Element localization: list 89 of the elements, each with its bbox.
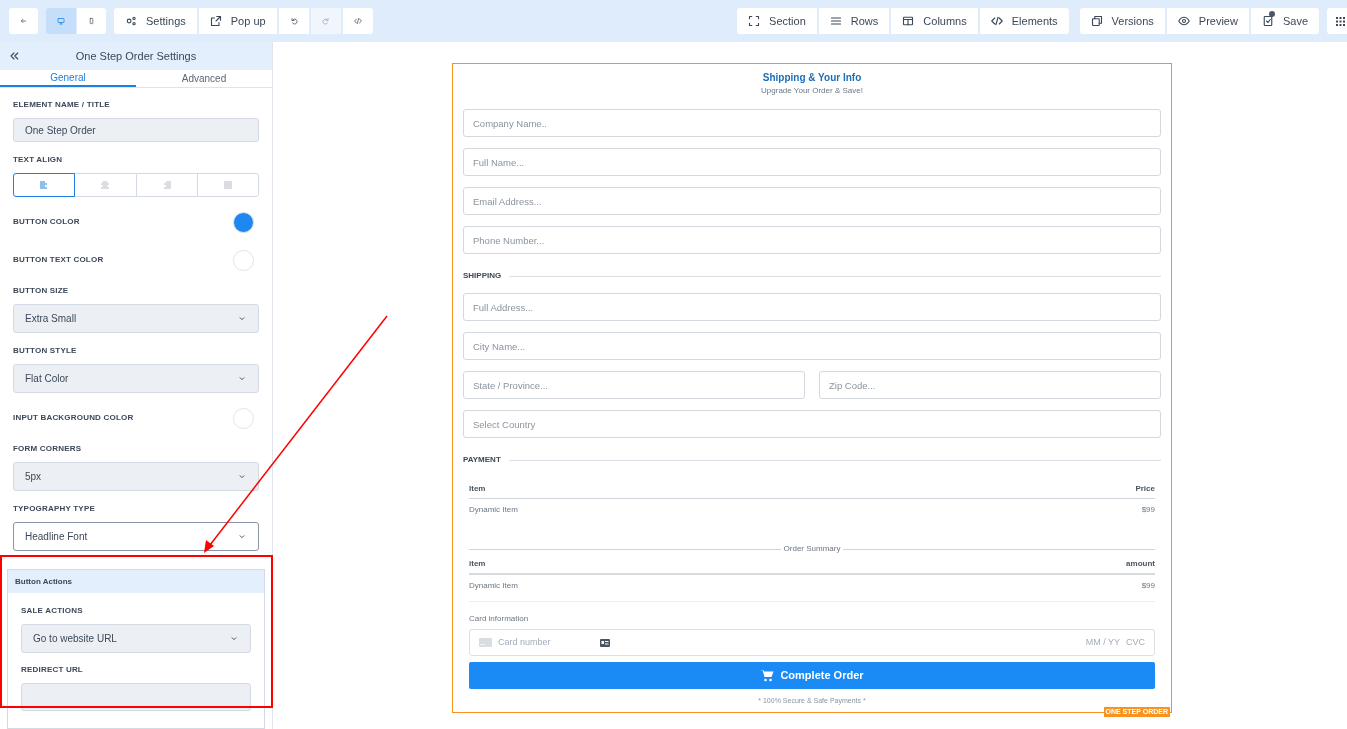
field-label: BUTTON COLOR xyxy=(13,216,80,228)
text-input-field[interactable]: Zip Code... xyxy=(819,371,1161,399)
settings-button[interactable]: Settings xyxy=(114,8,197,34)
popup-button[interactable]: Pop up xyxy=(198,8,277,34)
field-label: BUTTON SIZE xyxy=(13,285,70,297)
undo-button[interactable] xyxy=(278,8,309,34)
gears-icon xyxy=(125,15,137,27)
table-cell: Dynamic Item xyxy=(469,580,518,592)
card-label: Card information xyxy=(469,613,530,625)
dropdown[interactable]: Flat Color xyxy=(13,364,259,393)
field-label: TEXT ALIGN xyxy=(13,154,64,166)
code-icon xyxy=(990,15,1003,27)
text-input-field[interactable]: Phone Number... xyxy=(463,226,1161,254)
field-label: ELEMENT NAME / TITLE xyxy=(13,99,111,111)
field-label: BUTTON TEXT COLOR xyxy=(13,254,104,266)
color-swatch[interactable] xyxy=(233,249,254,271)
text-input-field[interactable]: Select Country xyxy=(463,410,1161,438)
table-cell: $99 xyxy=(1141,504,1155,516)
field-label: TYPOGRAPHY TYPE xyxy=(13,503,96,515)
save-icon xyxy=(1261,15,1274,27)
text-input-field[interactable]: State / Province... xyxy=(463,371,805,399)
dropdown[interactable]: 5px xyxy=(13,462,259,491)
columns-icon xyxy=(902,15,915,27)
frame-icon xyxy=(748,15,761,27)
section-button[interactable]: Section xyxy=(737,8,817,34)
text-input-field[interactable]: One Step Order xyxy=(13,118,259,142)
field-label: INPUT BACKGROUND COLOR xyxy=(13,412,134,424)
text-input-field[interactable]: Full Name... xyxy=(463,148,1161,176)
settings-tab[interactable]: General xyxy=(0,70,136,87)
dropdown[interactable]: Extra Small xyxy=(13,304,259,333)
code-button[interactable] xyxy=(342,8,373,34)
grid-icon xyxy=(1336,16,1345,26)
text-input-field[interactable]: Company Name.. xyxy=(463,109,1161,137)
cvc-placeholder: CVC xyxy=(1126,635,1145,649)
credit-card-icon xyxy=(479,638,492,647)
dropdown[interactable]: Go to website URL xyxy=(21,624,251,653)
rows-button[interactable]: Rows xyxy=(818,8,890,34)
table-cell: $99 xyxy=(1141,580,1155,592)
align-left-button[interactable] xyxy=(13,173,76,197)
text-input-field[interactable]: Email Address... xyxy=(463,187,1161,215)
dropdown[interactable]: Headline Font xyxy=(13,522,259,551)
external-link-icon xyxy=(209,15,222,27)
section-heading: PAYMENT xyxy=(463,454,501,466)
undo-icon xyxy=(289,15,298,27)
id-card-icon xyxy=(600,638,610,647)
field-label: FORM CORNERS xyxy=(13,443,83,455)
elements-button[interactable]: Elements xyxy=(979,8,1069,34)
double-chevron-left-icon xyxy=(8,50,20,62)
color-swatch[interactable] xyxy=(233,407,254,429)
align-right-button[interactable] xyxy=(135,173,198,197)
text-input-field[interactable]: City Name... xyxy=(463,332,1161,360)
table-cell: Dynamic Item xyxy=(469,504,518,516)
column-header: Item xyxy=(469,483,486,495)
column-header: item xyxy=(469,558,486,570)
redo-icon xyxy=(321,15,330,27)
form-subtitle: Upgrade Your Order & Save! xyxy=(760,85,864,97)
form-title: Shipping & Your Info xyxy=(761,71,863,85)
summary-title: Order Summary xyxy=(783,543,841,555)
desktop-view-button[interactable] xyxy=(46,8,76,34)
section-header: Button Actions xyxy=(8,570,264,593)
column-header: Price xyxy=(1135,483,1155,495)
card-number-placeholder: Card number xyxy=(498,635,552,649)
field-label: BUTTON STYLE xyxy=(13,345,78,357)
section-heading: SHIPPING xyxy=(463,270,502,282)
cart-icon xyxy=(760,669,775,682)
versions-button[interactable]: Versions xyxy=(1079,8,1165,34)
color-swatch[interactable] xyxy=(233,211,254,233)
monitor-icon xyxy=(57,15,65,27)
panel-title: One Step Order Settings xyxy=(74,48,198,64)
columns-button[interactable]: Columns xyxy=(891,8,978,34)
back-button[interactable] xyxy=(9,8,38,34)
expiry-placeholder: MM / YY xyxy=(1085,635,1120,649)
field-label: REDIRECT URL xyxy=(21,664,84,676)
preview-button[interactable]: Preview xyxy=(1166,8,1249,34)
menu-icon xyxy=(829,15,842,27)
field-label: SALE ACTIONS xyxy=(21,605,84,617)
eye-icon xyxy=(1177,15,1190,27)
text-input-field[interactable]: Full Address... xyxy=(463,293,1161,321)
justify-button[interactable] xyxy=(196,173,259,197)
settings-tab[interactable]: Advanced xyxy=(136,70,272,87)
layers-icon xyxy=(1090,15,1103,27)
phone-icon xyxy=(88,15,95,27)
code-icon xyxy=(353,15,362,27)
url-input-field[interactable] xyxy=(21,683,251,711)
column-header: amount xyxy=(1126,558,1155,570)
mobile-view-button[interactable] xyxy=(76,8,106,34)
complete-order-button[interactable]: Complete Order xyxy=(469,662,1155,689)
apps-grid-button[interactable] xyxy=(1327,8,1347,34)
save-button[interactable]: Save xyxy=(1250,8,1319,34)
